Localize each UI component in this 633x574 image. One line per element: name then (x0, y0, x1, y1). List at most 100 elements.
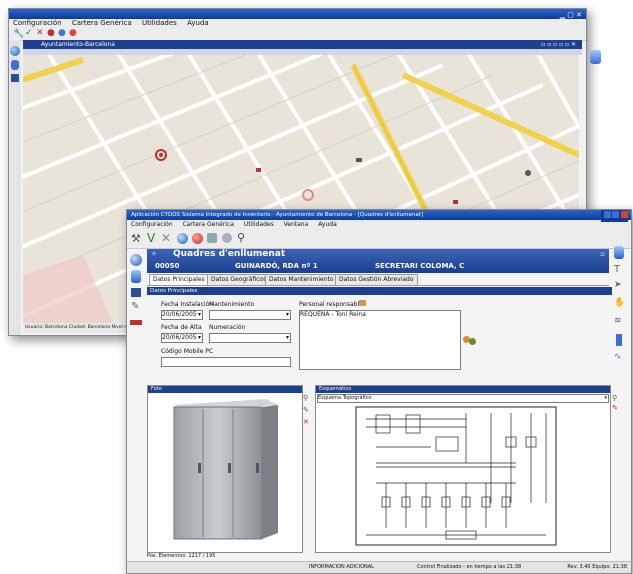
codigo-mobile-field[interactable] (161, 357, 291, 367)
hand-icon[interactable]: ✋ (614, 298, 625, 308)
chevron-down-icon[interactable]: ▾ (198, 311, 201, 319)
front-window: Aplicación CYDOS Sistema Integrado de In… (126, 209, 632, 574)
book-sidebar-icon[interactable] (11, 74, 19, 82)
form-body: Fecha Instalación 20/06/2005 ▾ Mantenimi… (147, 296, 609, 384)
print-icon[interactable] (207, 233, 217, 243)
status-bar: INFORMACION ADICIONAL Control Finalizado… (127, 561, 631, 573)
back-menu-item-0[interactable]: Configuración (13, 19, 62, 27)
route-icon[interactable]: ∿ (614, 352, 622, 362)
close-icon[interactable]: ✕ (36, 28, 44, 38)
close-window-icon[interactable] (621, 211, 628, 218)
window-controls[interactable]: ▁ ▢ ✕ (560, 10, 582, 20)
info-panel-icon[interactable] (614, 246, 624, 259)
fecha-alta-field[interactable]: 20/06/2005 ▾ (161, 333, 203, 343)
front-menu-item-0[interactable]: Configuración (131, 221, 173, 228)
front-toolbar: ⚒ V ✕ ⚲ (127, 230, 631, 249)
tab-datos-geograficos[interactable]: Datos Geográficos (207, 274, 271, 285)
tab-datos-gestion[interactable]: Datos Gestión Abreviado (335, 274, 418, 285)
front-right-sidebar: T ➤ ✋ ≋ ∿ (612, 246, 630, 406)
maximize-icon[interactable] (612, 211, 620, 218)
front-menu-item-3[interactable]: Ventana (284, 221, 309, 228)
form-panel-title: Quadres d'enllumenat (173, 249, 286, 259)
front-left-sidebar: ✎ (127, 248, 145, 558)
fecha-alta-value: 20/06/2005 (162, 334, 197, 341)
persona-label: Personal responsable (299, 301, 363, 308)
chevron-down-icon[interactable]: ▾ (604, 395, 607, 402)
stop-icon[interactable]: ● (69, 28, 77, 38)
back-menu-item-3[interactable]: Ayuda (187, 19, 209, 27)
back-menu-item-2[interactable]: Utilidades (142, 19, 177, 27)
front-window-controls[interactable] (600, 210, 628, 222)
edit-icon[interactable]: ✎ (303, 406, 309, 414)
diagram-panel-title: Esquemático (319, 386, 352, 392)
front-window-titlebar[interactable]: Aplicación CYDOS Sistema Integrado de In… (127, 210, 631, 222)
photo-tools: ⚲ ✎ ✕ (303, 394, 313, 444)
front-menu-item-1[interactable]: Cartera Genérica (183, 221, 234, 228)
back-panel-title: Ayuntamiento-Barcelona (41, 41, 115, 48)
front-menu-item-2[interactable]: Utilidades (244, 221, 274, 228)
expand-icon[interactable]: ✧ (151, 250, 157, 258)
cancel-icon[interactable]: ✕ (161, 231, 171, 245)
mantenimiento-field[interactable]: ▾ (209, 310, 291, 320)
tab-datos-mantenimiento[interactable]: Datos Mantenimiento (265, 274, 338, 285)
form-header: ✧ Quadres d'enllumenat ▫ 00050 GUINARDÓ,… (147, 249, 609, 273)
footer-position: Pos. Elementos: 1217 / 195 (147, 553, 216, 559)
pointer-icon[interactable]: ➤ (614, 280, 622, 290)
search-icon[interactable]: ⚲ (237, 231, 245, 244)
chevron-down-icon[interactable]: ▾ (198, 334, 201, 342)
lock-icon[interactable] (222, 233, 232, 243)
chevron-down-icon[interactable]: ▾ (286, 311, 289, 319)
electrical-diagram[interactable] (316, 403, 610, 551)
cabinet-photo (173, 399, 278, 540)
stop-icon[interactable] (192, 233, 203, 244)
diagram-select[interactable]: Esquema Topográfico ▾ (317, 394, 609, 403)
status-info: INFORMACION ADICIONAL (309, 564, 374, 570)
back-right-sidebar (590, 50, 604, 70)
panel-close-icon[interactable]: ▫ (600, 250, 605, 258)
back-menu-item-1[interactable]: Cartera Genérica (72, 19, 132, 27)
numeracion-field[interactable]: ▾ (209, 333, 291, 343)
persons-icon[interactable] (463, 336, 477, 346)
accept-icon[interactable]: V (147, 231, 155, 245)
ruler-icon[interactable] (616, 334, 622, 346)
fecha-instalacion-field[interactable]: 20/06/2005 ▾ (161, 310, 203, 320)
photo-panel-header: Foto (148, 386, 302, 393)
globe-sidebar-icon[interactable] (130, 254, 142, 266)
check-icon[interactable]: ✓ (25, 28, 33, 38)
wrench-icon[interactable]: ⚒ (131, 232, 141, 245)
photo-panel: Foto (147, 385, 303, 553)
zoom-icon[interactable]: ⚲ (303, 394, 308, 402)
info-sidebar-icon[interactable] (131, 270, 141, 283)
back-menubar: Configuración Cartera Genérica Utilidade… (9, 19, 586, 28)
wrench-icon[interactable]: 🔧 (13, 29, 24, 39)
refresh-icon[interactable]: ● (47, 28, 55, 38)
front-window-title: Aplicación CYDOS Sistema Integrado de In… (131, 212, 424, 218)
front-menu-item-4[interactable]: Ayuda (318, 221, 337, 228)
persona-list[interactable]: REQUENA - Toni Reina (299, 310, 461, 370)
layers-icon[interactable]: ≋ (614, 316, 622, 326)
minimize-icon[interactable] (603, 211, 611, 218)
front-footer: Pos. Elementos: 1217 / 195 (147, 552, 609, 560)
globe-sidebar-icon[interactable] (10, 46, 20, 56)
globe-icon[interactable] (177, 233, 188, 244)
mantenimiento-label: Mantenimiento (209, 301, 255, 308)
numeracion-label: Numeración (209, 324, 246, 331)
back-window-titlebar[interactable]: ▁ ▢ ✕ (9, 9, 586, 19)
persona-value: REQUENA - Toni Reina (300, 311, 366, 318)
tab-datos-principales[interactable]: Datos Principales (149, 274, 209, 285)
status-control: Control Finalizado - en tiempo a las 21:… (417, 564, 522, 570)
section-header: Datos Principales (147, 287, 612, 295)
book-sidebar-icon[interactable] (131, 288, 141, 297)
info-sidebar-icon[interactable] (11, 60, 19, 70)
fecha-instalacion-label: Fecha Instalación (161, 301, 214, 308)
tools-sidebar-icon[interactable]: ✎ (131, 302, 141, 312)
back-panel-tools[interactable]: ▫ ▫ ▫ ▫ ▫ ✕ (541, 40, 576, 49)
flag-sidebar-icon[interactable] (130, 320, 142, 325)
persona-lookup-icon[interactable] (359, 300, 366, 306)
chevron-down-icon[interactable]: ▾ (286, 334, 289, 342)
globe-icon[interactable]: ● (58, 28, 66, 38)
text-tool-icon[interactable]: T (614, 264, 620, 275)
panel-toggle-icon[interactable] (590, 50, 601, 64)
fecha-alta-label: Fecha de Alta (161, 324, 202, 331)
delete-icon[interactable]: ✕ (303, 418, 309, 426)
